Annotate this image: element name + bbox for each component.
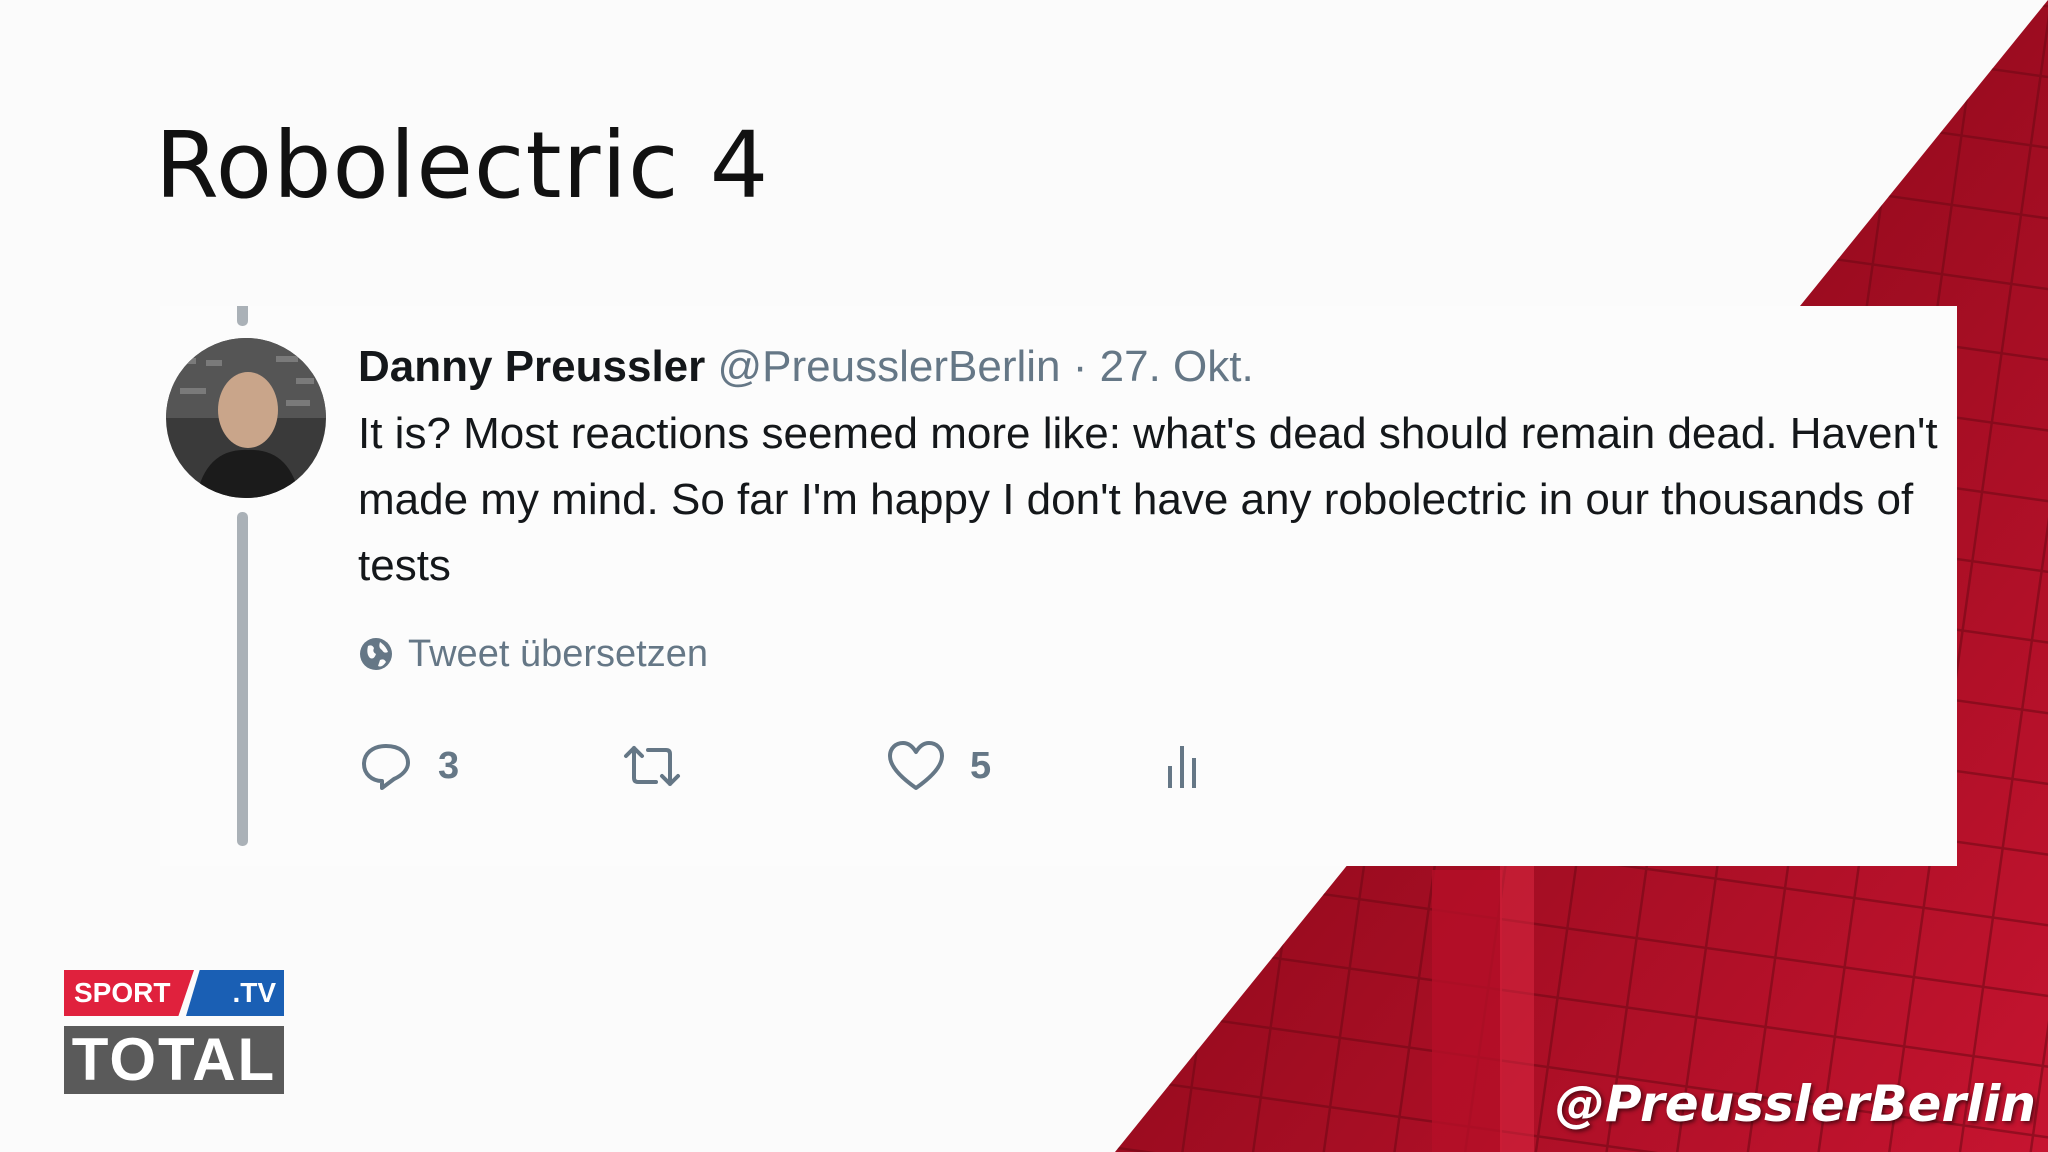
logo-total: TOTAL bbox=[64, 1026, 284, 1094]
retweet-icon bbox=[624, 746, 680, 786]
like-button[interactable]: 5 bbox=[886, 726, 991, 806]
author-handle[interactable]: @PreusslerBerlin bbox=[718, 342, 1061, 391]
avatar[interactable] bbox=[166, 338, 326, 498]
tweet-header: Danny Preussler @PreusslerBerlin · 27. O… bbox=[358, 332, 1254, 402]
globe-icon bbox=[360, 638, 392, 670]
watermark-handle: @PreusslerBerlin bbox=[1554, 1075, 2036, 1133]
avatar-photo-icon bbox=[166, 338, 326, 498]
reply-icon bbox=[362, 744, 410, 790]
tweet-actions: 3 5 bbox=[358, 726, 1258, 806]
analytics-button[interactable] bbox=[1164, 726, 1204, 806]
tweet-card[interactable]: Danny Preussler @PreusslerBerlin · 27. O… bbox=[160, 306, 1957, 866]
tweet-separator: · bbox=[1072, 342, 1088, 391]
translate-tweet-link[interactable]: Tweet übersetzen bbox=[358, 624, 708, 684]
author-name[interactable]: Danny Preussler bbox=[358, 342, 705, 391]
tweet-date[interactable]: 27. Okt. bbox=[1100, 342, 1254, 391]
analytics-icon bbox=[1168, 746, 1196, 788]
sporttotal-logo: SPORT .TV TOTAL bbox=[64, 970, 284, 1094]
retweet-button[interactable] bbox=[620, 726, 708, 806]
like-icon bbox=[888, 741, 944, 790]
thread-line-top bbox=[237, 306, 248, 326]
reply-count: 3 bbox=[438, 744, 460, 787]
logo-sport: SPORT bbox=[64, 970, 194, 1016]
slide-title: Robolectric 4 bbox=[155, 112, 770, 219]
slide: Robolectric 4 Danny Preussler @Preussler… bbox=[0, 0, 2048, 1152]
like-count: 5 bbox=[970, 744, 992, 787]
logo-tv: .TV bbox=[186, 970, 284, 1016]
reply-button[interactable]: 3 bbox=[358, 726, 459, 806]
translate-label: Tweet übersetzen bbox=[408, 632, 708, 675]
thread-line bbox=[237, 512, 248, 846]
tweet-text: It is? Most reactions seemed more like: … bbox=[358, 409, 1938, 590]
